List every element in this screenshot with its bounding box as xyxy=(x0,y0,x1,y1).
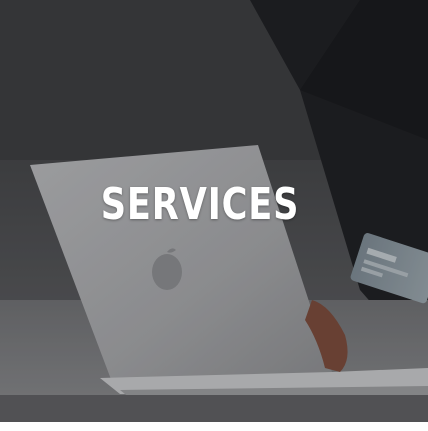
services-hero-banner: SERVICES xyxy=(0,0,428,422)
bottom-white-strip xyxy=(0,422,428,431)
page-frame: SERVICES xyxy=(0,0,428,431)
page-title: SERVICES xyxy=(100,179,300,230)
